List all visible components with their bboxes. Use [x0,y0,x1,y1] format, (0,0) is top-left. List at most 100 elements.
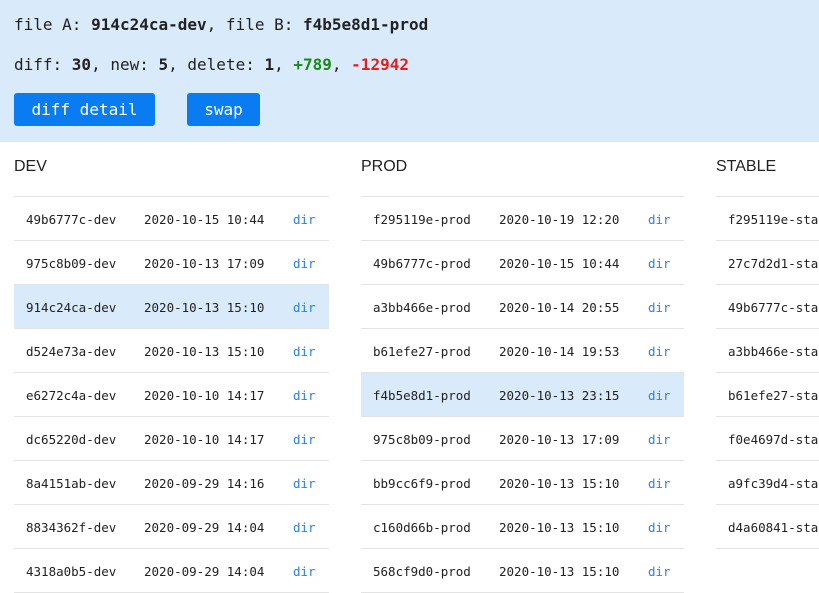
list-item[interactable]: d4a60841-sta [716,505,819,549]
timestamp: 2020-10-14 19:53 [499,344,620,359]
list-item[interactable]: f295119e-prod 2020-10-19 12:20 dir [361,197,684,241]
dir-link[interactable]: dir [293,256,316,271]
timestamp: 2020-10-13 15:10 [499,520,620,535]
dir-link[interactable]: dir [648,212,671,227]
timestamp: 2020-10-13 15:10 [144,344,265,359]
stable-list: f295119e-sta 27c7d2d1-sta 49b6777c-sta a3bb… [716,196,819,549]
timestamp: 2020-10-13 17:09 [144,256,265,271]
dir-link[interactable]: dir [293,388,316,403]
list-item[interactable]: bb9cc6f9-prod 2020-10-13 15:10 dir [361,461,684,505]
list-item[interactable]: e6272c4a-dev 2020-10-10 14:17 dir [14,373,329,417]
timestamp: 2020-10-13 15:10 [499,564,620,579]
file-a-label: file A: [14,15,92,34]
snapshot-id: f295119e-prod [373,212,471,227]
dir-link[interactable]: dir [648,256,671,271]
snapshot-id: d4a60841-sta [728,520,819,535]
new-count: 5 [158,55,169,74]
snapshot-id: 49b6777c-sta [728,300,819,315]
swap-button[interactable]: swap [187,93,260,126]
file-b-label: , file B: [206,15,303,34]
dir-link[interactable]: dir [648,388,671,403]
dir-link[interactable]: dir [293,432,316,447]
dev-list: 49b6777c-dev 2020-10-15 10:44 dir 975c8b09-… [14,196,329,593]
list-item[interactable]: b61efe27-sta [716,373,819,417]
timestamp: 2020-10-19 12:20 [499,212,620,227]
dir-link[interactable]: dir [648,344,671,359]
dir-link[interactable]: dir [648,476,671,491]
dir-link[interactable]: dir [648,520,671,535]
list-item[interactable]: 914c24ca-dev 2020-10-13 15:10 dir [14,285,329,329]
list-item[interactable]: 27c7d2d1-sta [716,241,819,285]
timestamp: 2020-10-10 14:17 [144,432,265,447]
list-item[interactable]: dc65220d-dev 2020-10-10 14:17 dir [14,417,329,461]
list-item[interactable]: 8a4151ab-dev 2020-09-29 14:16 dir [14,461,329,505]
snapshot-id: a9fc39d4-sta [728,476,819,491]
list-item[interactable]: 49b6777c-prod 2020-10-15 10:44 dir [361,241,684,285]
diff-stats-line: diff: 30, new: 5, delete: 1, +789, -1294… [14,54,409,76]
timestamp: 2020-10-13 23:15 [499,388,620,403]
column-title: PROD [361,158,408,175]
dir-link[interactable]: dir [293,564,316,579]
file-compare-line: file A: 914c24ca-dev, file B: f4b5e8d1-p… [14,14,428,36]
list-item[interactable]: c160d66b-prod 2020-10-13 15:10 dir [361,505,684,549]
list-item[interactable]: d524e73a-dev 2020-10-13 15:10 dir [14,329,329,373]
lines-added: +789 [293,55,332,74]
list-item[interactable]: b61efe27-prod 2020-10-14 19:53 dir [361,329,684,373]
dir-link[interactable]: dir [293,212,316,227]
dir-link[interactable]: dir [648,564,671,579]
diff-detail-button[interactable]: diff detail [14,93,155,126]
delete-label: , delete: [168,55,265,74]
list-item[interactable]: a3bb466e-prod 2020-10-14 20:55 dir [361,285,684,329]
timestamp: 2020-10-10 14:17 [144,388,265,403]
snapshot-id: 975c8b09-prod [373,432,471,447]
snapshot-id: 568cf9d0-prod [373,564,471,579]
snapshot-id: f0e4697d-sta [728,432,819,447]
dir-link[interactable]: dir [293,344,316,359]
snapshot-id: f295119e-sta [728,212,819,227]
timestamp: 2020-09-29 14:04 [144,564,265,579]
dir-link[interactable]: dir [293,520,316,535]
dir-link[interactable]: dir [293,300,316,315]
snapshot-id: f4b5e8d1-prod [373,388,471,403]
snapshot-id: 49b6777c-prod [373,256,471,271]
snapshot-id: 27c7d2d1-sta [728,256,819,271]
snapshot-id: d524e73a-dev [26,344,117,359]
dir-link[interactable]: dir [293,476,316,491]
snapshot-id: 49b6777c-dev [26,212,117,227]
timestamp: 2020-09-29 14:16 [144,476,265,491]
snapshot-id: b61efe27-sta [728,388,819,403]
snapshot-id: dc65220d-dev [26,432,117,447]
list-item[interactable]: f295119e-sta [716,197,819,241]
list-item[interactable]: f0e4697d-sta [716,417,819,461]
list-item[interactable]: 975c8b09-dev 2020-10-13 17:09 dir [14,241,329,285]
dir-link[interactable]: dir [648,432,671,447]
stable-column: STABLE f295119e-sta 27c7d2d1-sta 49b6777c-… [716,142,819,574]
list-item[interactable]: 975c8b09-prod 2020-10-13 17:09 dir [361,417,684,461]
list-item[interactable]: a9fc39d4-sta [716,461,819,505]
snapshot-id: a3bb466e-prod [373,300,471,315]
list-item[interactable]: a3bb466e-sta [716,329,819,373]
prod-list: f295119e-prod 2020-10-19 12:20 dir 49b6777c… [361,196,684,593]
snapshot-id: e6272c4a-dev [26,388,117,403]
list-item[interactable]: 4318a0b5-dev 2020-09-29 14:04 dir [14,549,329,593]
column-title: STABLE [716,158,777,175]
list-item[interactable]: 568cf9d0-prod 2020-10-13 15:10 dir [361,549,684,593]
snapshot-id: 4318a0b5-dev [26,564,117,579]
delete-count: 1 [264,55,275,74]
snapshot-id: 8834362f-dev [26,520,117,535]
list-item[interactable]: 8834362f-dev 2020-09-29 14:04 dir [14,505,329,549]
snapshot-id: bb9cc6f9-prod [373,476,471,491]
new-label: , new: [91,55,159,74]
list-item[interactable]: 49b6777c-sta [716,285,819,329]
file-a-value: 914c24ca-dev [91,15,207,34]
timestamp: 2020-10-14 20:55 [499,300,620,315]
timestamp: 2020-10-13 15:10 [144,300,265,315]
lines-removed: -12942 [351,55,409,74]
separator: , [274,55,294,74]
list-item[interactable]: 49b6777c-dev 2020-10-15 10:44 dir [14,197,329,241]
timestamp: 2020-10-13 17:09 [499,432,620,447]
list-item[interactable]: f4b5e8d1-prod 2020-10-13 23:15 dir [361,373,684,417]
snapshot-id: c160d66b-prod [373,520,471,535]
timestamp: 2020-10-15 10:44 [144,212,265,227]
dir-link[interactable]: dir [648,300,671,315]
